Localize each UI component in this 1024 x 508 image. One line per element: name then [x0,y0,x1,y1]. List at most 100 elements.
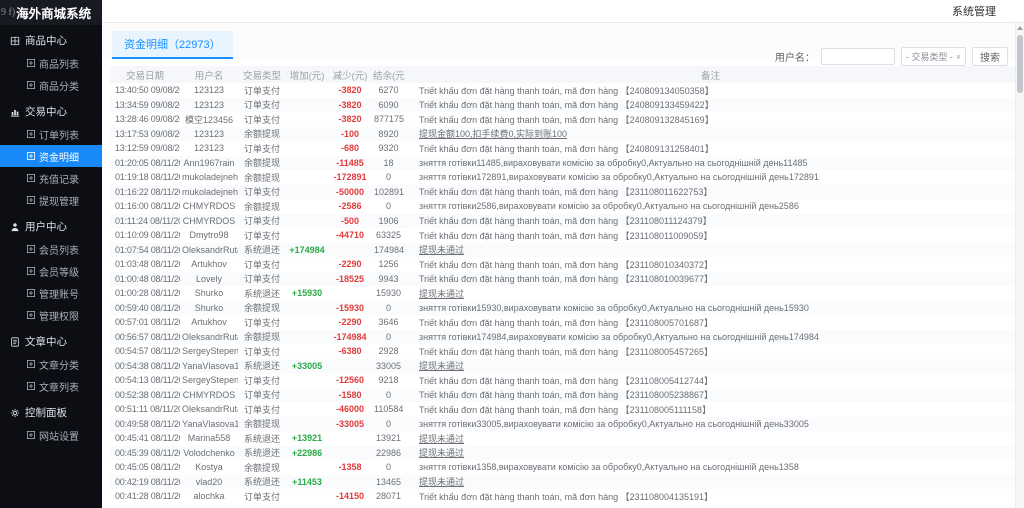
cell-remark[interactable]: 提现金额100,扣手续费0,实际到账100 [405,127,1016,142]
cell-date: 01:07:54 08/11/2023 [110,243,180,258]
cell-remark: Triết khấu đơn đặt hàng thanh toán, mã đ… [405,489,1016,504]
sidebar-section-title[interactable]: 商品中心 [0,29,102,52]
cell-date: 00:56:57 08/11/2023 [110,330,180,345]
cell-user: Artukhov [180,257,238,272]
cell-inc [286,257,328,272]
cell-inc [286,185,328,200]
table-row: 13:34:59 09/08/2024123123订单支付-38206090Tr… [110,98,1016,113]
table-row: 13:28:46 09/08/2024模空123456订单支付-38208771… [110,112,1016,127]
cell-type: 订单支付 [238,228,286,243]
sidebar-item[interactable]: 充值记录 [0,167,102,189]
sidebar-item-label: 充值记录 [39,171,79,186]
cell-remark[interactable]: 提现未通过 [405,243,1016,258]
cell-date: 00:45:41 08/11/2023 [110,431,180,446]
sidebar-item[interactable]: 订单列表 [0,123,102,145]
cell-remark[interactable]: 提现未通过 [405,446,1016,461]
sidebar-item[interactable]: 商品分类 [0,74,102,96]
sidebar-section-label: 交易中心 [25,104,67,119]
search-button[interactable]: 搜索 [972,47,1008,66]
sidebar-item-label: 文章列表 [39,379,79,394]
vertical-scrollbar[interactable] [1015,23,1024,508]
cell-dec [328,359,372,374]
cell-dec: -18525 [328,272,372,287]
cell-dec: -44710 [328,228,372,243]
sidebar-item[interactable]: 管理账号 [0,282,102,304]
cell-bal: 28071 [372,489,405,504]
sidebar-item[interactable]: 商品列表 [0,52,102,74]
cell-remark[interactable]: 提现未通过 [405,475,1016,490]
cell-user: YanaVlasova1985 [180,417,238,432]
cell-dec: -15930 [328,301,372,316]
cell-date: 01:19:18 08/11/2023 [110,170,180,185]
sidebar-section-title[interactable]: 控制面板 [0,401,102,424]
cell-bal: 0 [372,330,405,345]
table-row: 01:11:24 08/11/2023CHMYRDOS订单支付-5001906T… [110,214,1016,229]
sidebar-item[interactable]: 管理权限 [0,304,102,326]
table-row: 13:12:59 09/08/2024123123订单支付-6809320Tri… [110,141,1016,156]
table-row: 01:16:00 08/11/2023CHMYRDOS余额提现-25860зня… [110,199,1016,214]
cell-dec: -11485 [328,156,372,171]
cell-user: mukoladejneha [180,170,238,185]
cell-type: 系统退还 [238,243,286,258]
sidebar-item[interactable]: 会员等级 [0,260,102,282]
cell-bal: 174984 [372,243,405,258]
fund-table-wrap: 交易日期 用户名 交易类型 增加(元) 减少(元) 结余(元) 备注 13:40… [110,66,1016,504]
username-label: 用户名： [775,49,815,64]
cell-dec: -3820 [328,112,372,127]
cell-bal: 3646 [372,315,405,330]
sidebar-item[interactable]: 文章列表 [0,375,102,397]
cell-dec [328,446,372,461]
table-row: 01:03:48 08/11/2023Artukhov订单支付-22901256… [110,257,1016,272]
cell-bal: 6270 [372,83,405,98]
sidebar-item[interactable]: 文章分类 [0,353,102,375]
header-remark: 备注 [405,66,1016,83]
cell-remark: Triết khấu đơn đặt hàng thanh toán, mã đ… [405,83,1016,98]
header-balance: 结余(元) [372,66,405,83]
system-admin-link[interactable]: 系统管理 [952,3,996,19]
cell-user: 123123 [180,141,238,156]
cell-type: 系统退还 [238,446,286,461]
chart-icon [10,107,20,117]
cell-dec: -50000 [328,185,372,200]
sidebar-item-label: 管理账号 [39,286,79,301]
sidebar-item-label: 文章分类 [39,357,79,372]
cell-remark: Triết khấu đơn đặt hàng thanh toán, mã đ… [405,272,1016,287]
cell-remark: Triết khấu đơn đặt hàng thanh toán, mã đ… [405,402,1016,417]
sidebar-item[interactable]: 网站设置 [0,424,102,446]
plus-square-icon [27,196,35,204]
sidebar-section-title[interactable]: 文章中心 [0,330,102,353]
table-row: 00:42:19 08/11/2023vlad20系统退还+1145313465… [110,475,1016,490]
tab-fund-details[interactable]: 资金明细（22973） [112,31,233,59]
username-input[interactable] [821,48,895,65]
cell-remark: Triết khấu đơn đặt hàng thanh toán, mã đ… [405,98,1016,113]
cell-date: 00:59:40 08/11/2023 [110,301,180,316]
cell-remark[interactable]: 提现未通过 [405,359,1016,374]
transaction-type-select[interactable]: - 交易类型 - ∨ [901,47,966,66]
cell-inc [286,402,328,417]
cell-user: Dmytro98 [180,228,238,243]
cell-date: 00:45:39 08/11/2023 [110,446,180,461]
cell-type: 订单支付 [238,112,286,127]
sidebar-item[interactable]: 提现管理 [0,189,102,211]
cell-remark: Triết khấu đơn đặt hàng thanh toán, mã đ… [405,228,1016,243]
cell-remark[interactable]: 提现未通过 [405,286,1016,301]
table-row: 01:00:28 08/11/2023Shurko系统退还+1593015930… [110,286,1016,301]
cell-bal: 1906 [372,214,405,229]
cell-user: Kostya [180,460,238,475]
cell-inc [286,330,328,345]
sidebar-section-title[interactable]: 交易中心 [0,100,102,123]
cell-dec: -46000 [328,402,372,417]
transaction-type-value: - 交易类型 - [906,50,953,63]
scroll-up-arrow-icon[interactable] [1017,26,1023,30]
cell-date: 01:00:48 08/11/2023 [110,272,180,287]
cell-type: 订单支付 [238,98,286,113]
sidebar-section-title[interactable]: 用户中心 [0,215,102,238]
cell-remark[interactable]: 提现未通过 [405,431,1016,446]
cell-bal: 6090 [372,98,405,113]
sidebar-item[interactable]: 会员列表 [0,238,102,260]
scrollbar-thumb[interactable] [1017,35,1023,93]
cell-bal: 0 [372,417,405,432]
cell-dec: -2290 [328,315,372,330]
cell-bal: 15930 [372,286,405,301]
sidebar-item-active[interactable]: 资金明细 [0,145,102,167]
